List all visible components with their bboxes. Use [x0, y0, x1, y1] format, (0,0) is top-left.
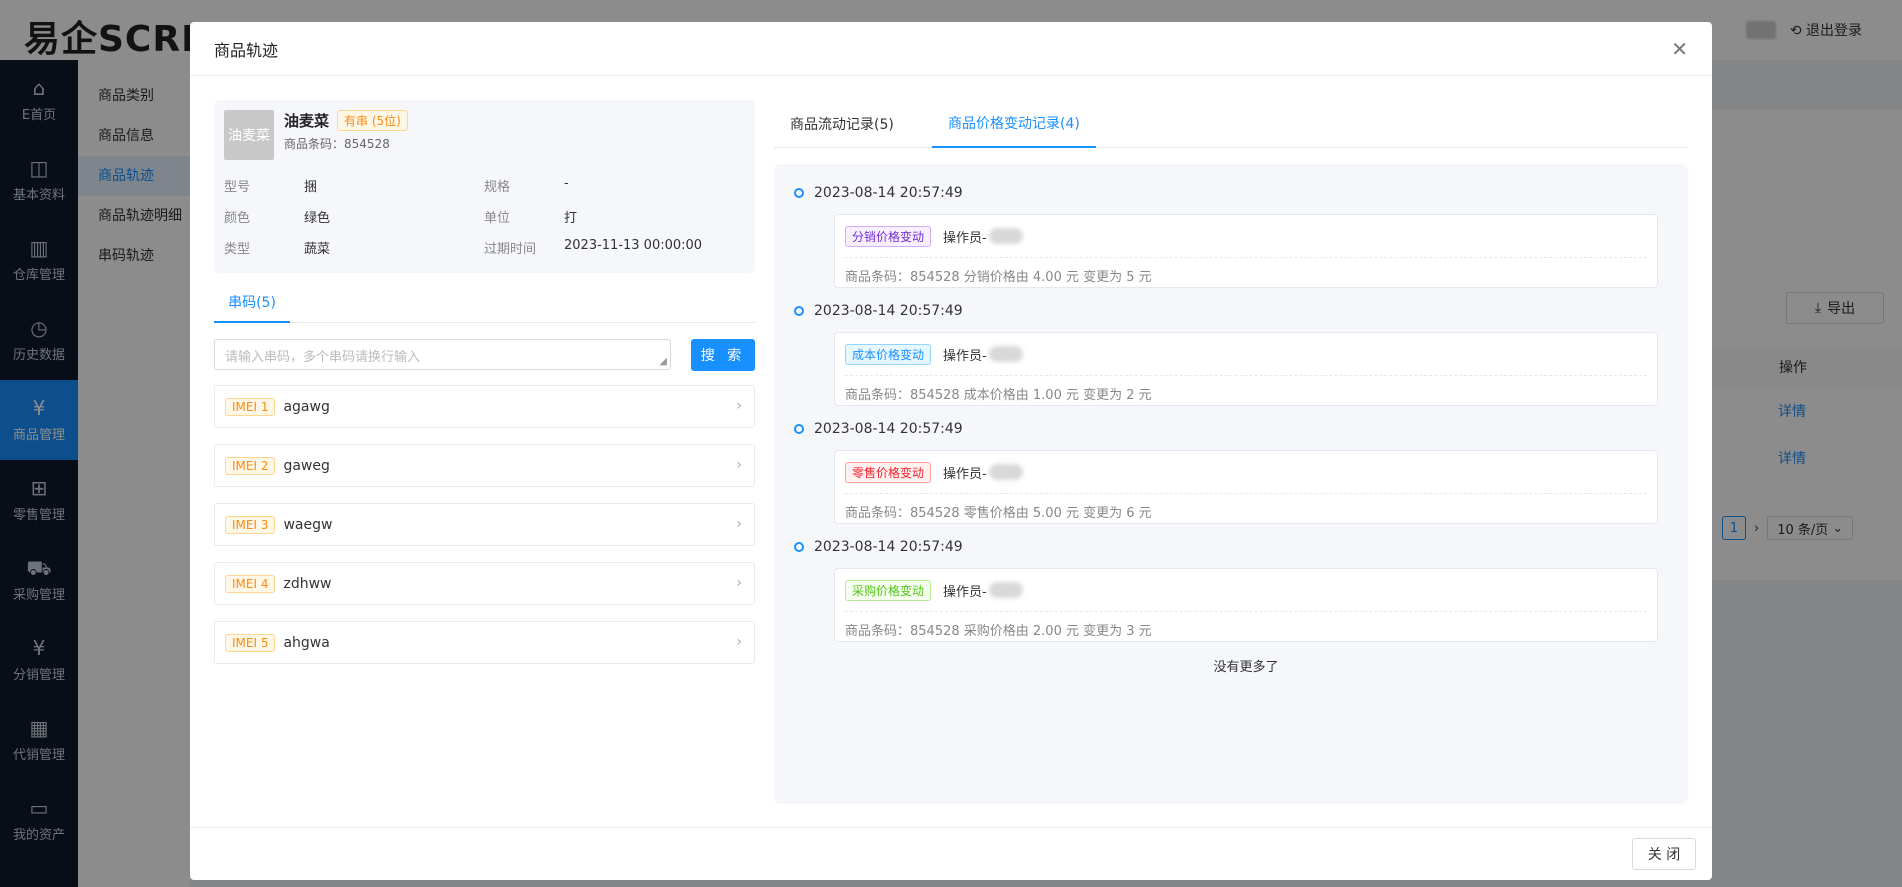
serial-input[interactable]: 请输入串码，多个串码请换行输入 ◢ — [214, 339, 671, 370]
operator-name-blurred — [988, 228, 1023, 244]
close-button[interactable]: 关 闭 — [1632, 838, 1696, 870]
imei-value: zdhww — [283, 575, 332, 592]
chevron-right-icon: › — [736, 457, 742, 473]
record-card: 采购价格变动 操作员- 商品条码：854528 采购价格由 2.00 元 变更为… — [834, 568, 1658, 642]
tab-serial[interactable]: 串码(5) — [214, 283, 290, 323]
timeline-item: 2023-08-14 20:57:49 分销价格变动 操作员- 商品条码：854… — [794, 184, 1658, 288]
timeline-dot — [794, 306, 804, 316]
record-card: 成本价格变动 操作员- 商品条码：854528 成本价格由 1.00 元 变更为… — [834, 332, 1658, 406]
attr-color: 绿色 — [304, 211, 331, 226]
operator-name-blurred — [988, 464, 1023, 480]
serial-tabbar: 串码(5) — [214, 283, 755, 323]
goods-name-row: 油麦菜 有串 (5位) — [284, 110, 408, 131]
tab-price-records[interactable]: 商品价格变动记录(4) — [932, 100, 1096, 148]
operator-name-blurred — [988, 346, 1023, 362]
imei-tag: IMEI 2 — [225, 456, 276, 475]
price-timeline: 2023-08-14 20:57:49 分销价格变动 操作员- 商品条码：854… — [774, 164, 1688, 804]
timeline-dot — [794, 188, 804, 198]
record-head: 分销价格变动 操作员- — [845, 225, 1647, 247]
close-icon[interactable]: ✕ — [1671, 37, 1688, 61]
attr-type: 蔬菜 — [304, 242, 331, 257]
goods-head: 油麦菜 油麦菜 有串 (5位) 商品条码：854528 — [224, 110, 745, 160]
timeline-item: 2023-08-14 20:57:49 零售价格变动 操作员- 商品条码：854… — [794, 420, 1658, 524]
attr-label: 类型 — [224, 242, 251, 257]
attr-label: 型号 — [224, 180, 251, 195]
record-head: 零售价格变动 操作员- — [845, 461, 1647, 483]
record-detail: 商品条码：854528 零售价格由 5.00 元 变更为 6 元 — [845, 493, 1647, 521]
record-detail: 商品条码：854528 分销价格由 4.00 元 变更为 5 元 — [845, 257, 1647, 285]
goods-info-panel: 油麦菜 油麦菜 有串 (5位) 商品条码：854528 型号 捆 规格 - 颜色… — [214, 100, 755, 680]
attr-model: 捆 — [304, 180, 318, 195]
record-card: 分销价格变动 操作员- 商品条码：854528 分销价格由 4.00 元 变更为… — [834, 214, 1658, 288]
records-panel: 商品流动记录(5) 商品价格变动记录(4) 2023-08-14 20:57:4… — [774, 100, 1688, 804]
timeline-item: 2023-08-14 20:57:49 成本价格变动 操作员- 商品条码：854… — [794, 302, 1658, 406]
imei-list: IMEI 1 agawg › IMEI 2 gaweg › IMEI 3 wae… — [214, 385, 755, 664]
imei-value: ahgwa — [283, 634, 330, 651]
attr-unit: 打 — [564, 211, 578, 226]
serial-tag: 有串 (5位) — [337, 110, 408, 131]
attr-expire: 2023-11-13 00:00:00 — [564, 238, 703, 253]
record-time: 2023-08-14 20:57:49 — [814, 539, 963, 555]
record-card: 零售价格变动 操作员- 商品条码：854528 零售价格由 5.00 元 变更为… — [834, 450, 1658, 524]
record-head: 采购价格变动 操作员- — [845, 579, 1647, 601]
tab-flow-records[interactable]: 商品流动记录(5) — [790, 100, 894, 148]
search-button[interactable]: 搜 索 — [691, 339, 755, 371]
timeline-dot — [794, 542, 804, 552]
record-tag: 分销价格变动 — [845, 225, 932, 247]
goods-thumbnail: 油麦菜 — [224, 110, 274, 160]
record-operator: 操作员- — [943, 227, 1023, 246]
imei-value: agawg — [283, 398, 330, 415]
modal-footer: 关 闭 — [190, 827, 1712, 880]
records-tabbar: 商品流动记录(5) 商品价格变动记录(4) — [774, 100, 1688, 148]
operator-name-blurred — [988, 582, 1023, 598]
imei-tag: IMEI 1 — [225, 397, 276, 416]
imei-tag: IMEI 4 — [225, 574, 276, 593]
serial-search-row: 请输入串码，多个串码请换行输入 ◢ 搜 索 — [214, 339, 755, 371]
list-item[interactable]: IMEI 4 zdhww › — [214, 562, 755, 605]
resize-handle-icon[interactable]: ◢ — [659, 356, 667, 367]
modal-title: 商品轨迹 — [214, 40, 279, 60]
imei-tag: IMEI 5 — [225, 633, 276, 652]
no-more-text: 没有更多了 — [1213, 660, 1279, 675]
chevron-right-icon: › — [736, 575, 742, 591]
chevron-right-icon: › — [736, 398, 742, 414]
record-time: 2023-08-14 20:57:49 — [814, 421, 963, 437]
imei-value: gaweg — [283, 457, 330, 474]
chevron-right-icon: › — [736, 516, 742, 532]
goods-name: 油麦菜 — [284, 112, 330, 130]
record-time: 2023-08-14 20:57:49 — [814, 303, 963, 319]
goods-track-modal: 商品轨迹 ✕ 油麦菜 油麦菜 有串 (5位) 商品条码：854528 型号 捆 … — [190, 22, 1712, 880]
modal-header: 商品轨迹 ✕ — [190, 22, 1712, 76]
goods-code: 商品条码：854528 — [284, 137, 390, 151]
record-detail: 商品条码：854528 成本价格由 1.00 元 变更为 2 元 — [845, 375, 1647, 403]
goods-title-block: 油麦菜 有串 (5位) 商品条码：854528 — [284, 110, 408, 152]
record-time: 2023-08-14 20:57:49 — [814, 185, 963, 201]
record-operator: 操作员- — [943, 463, 1023, 482]
record-detail: 商品条码：854528 采购价格由 2.00 元 变更为 3 元 — [845, 611, 1647, 639]
timeline-dot — [794, 424, 804, 434]
goods-attributes: 型号 捆 规格 - 颜色 绿色 单位 打 类型 蔬菜 过期时间 2023-11-… — [224, 176, 745, 257]
attr-spec: - — [564, 176, 569, 191]
attr-label: 规格 — [484, 180, 511, 195]
record-head: 成本价格变动 操作员- — [845, 343, 1647, 365]
list-item[interactable]: IMEI 3 waegw › — [214, 503, 755, 546]
attr-label: 单位 — [484, 211, 511, 226]
list-item[interactable]: IMEI 5 ahgwa › — [214, 621, 755, 664]
list-item[interactable]: IMEI 1 agawg › — [214, 385, 755, 428]
record-operator: 操作员- — [943, 345, 1023, 364]
attr-label: 颜色 — [224, 211, 251, 226]
goods-info-card: 油麦菜 油麦菜 有串 (5位) 商品条码：854528 型号 捆 规格 - 颜色… — [214, 100, 755, 273]
record-operator: 操作员- — [943, 581, 1023, 600]
chevron-right-icon: › — [736, 634, 742, 650]
serial-input-placeholder: 请输入串码，多个串码请换行输入 — [225, 350, 421, 365]
list-item[interactable]: IMEI 2 gaweg › — [214, 444, 755, 487]
imei-tag: IMEI 3 — [225, 515, 276, 534]
record-tag: 采购价格变动 — [845, 579, 932, 601]
timeline-item: 2023-08-14 20:57:49 采购价格变动 操作员- 商品条码：854… — [794, 538, 1658, 642]
imei-value: waegw — [283, 516, 333, 533]
record-tag: 成本价格变动 — [845, 343, 932, 365]
attr-label: 过期时间 — [484, 242, 537, 257]
record-tag: 零售价格变动 — [845, 461, 932, 483]
